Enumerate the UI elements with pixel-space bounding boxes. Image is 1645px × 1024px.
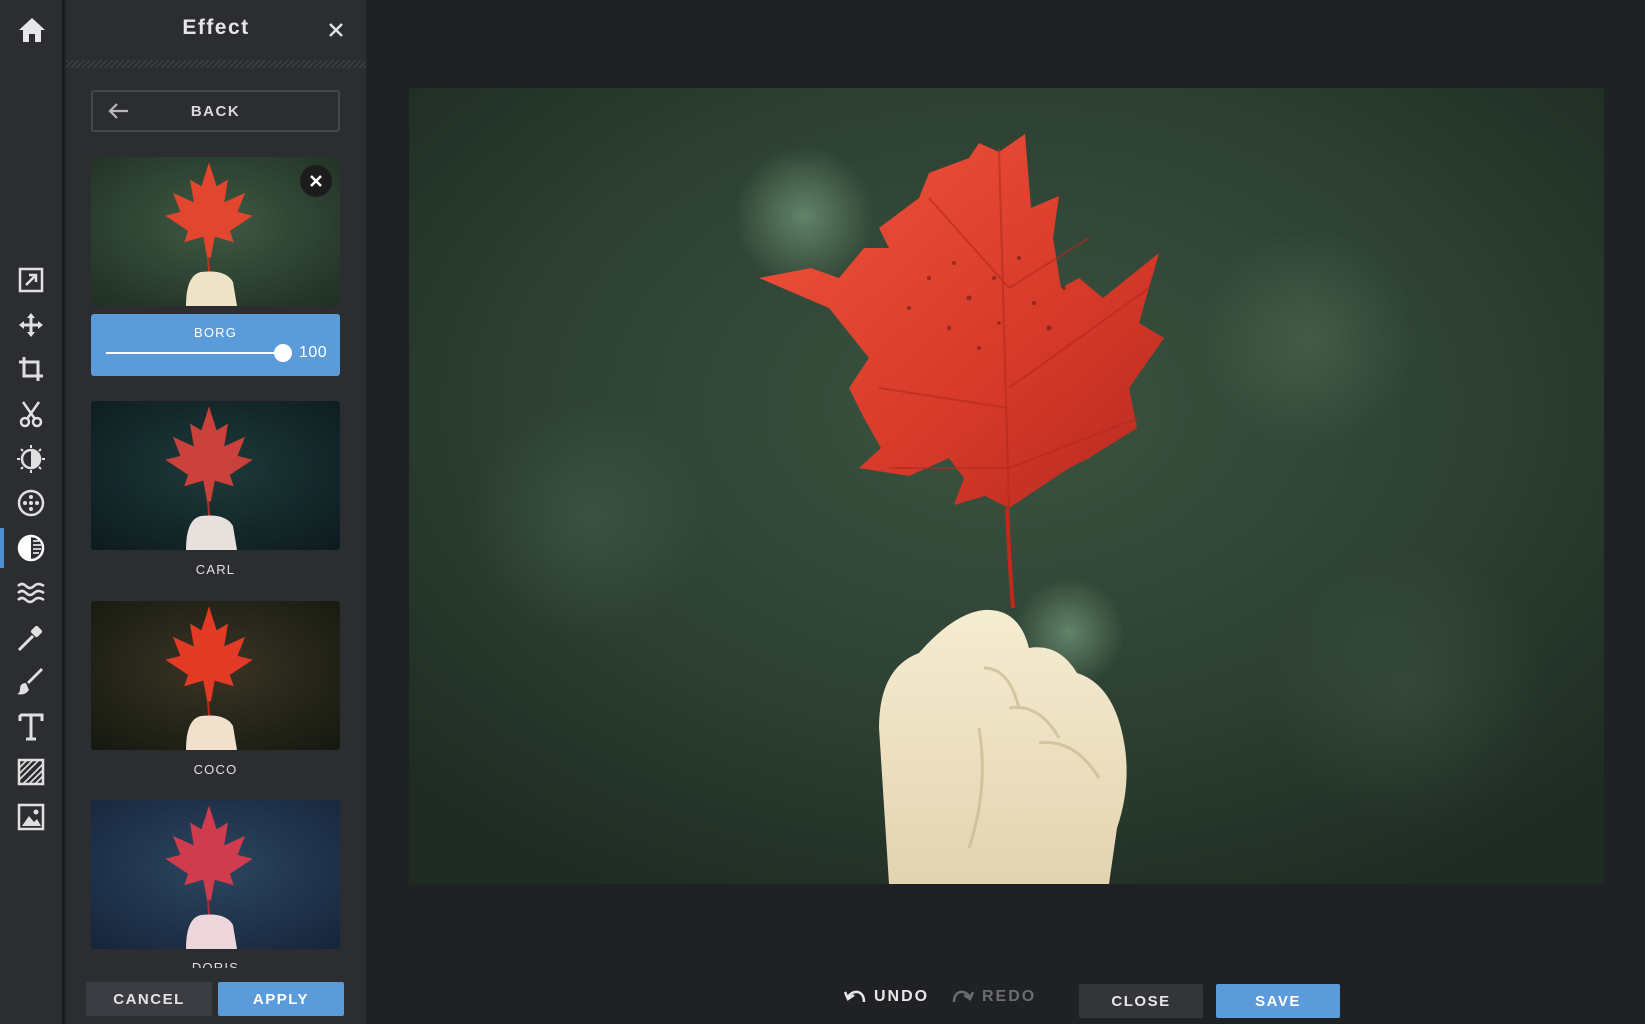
tool-retouch[interactable]	[0, 616, 62, 660]
back-button[interactable]: BACK	[91, 90, 340, 132]
tool-draw[interactable]	[0, 660, 62, 704]
image-overlay-icon	[17, 803, 45, 831]
redo-icon	[952, 990, 974, 1003]
tool-crop[interactable]	[0, 347, 62, 391]
text-icon	[18, 713, 44, 741]
tool-exposure[interactable]	[0, 437, 62, 481]
texture-icon	[17, 758, 45, 786]
bottom-action-bar: UNDO REDO CLOSE SAVE	[366, 968, 1645, 1024]
intensity-value: 100	[299, 344, 328, 361]
tool-cutout[interactable]	[0, 392, 62, 436]
close-icon	[329, 23, 343, 37]
crop-icon	[19, 357, 43, 381]
panel-close-button[interactable]	[320, 14, 352, 46]
back-label: BACK	[190, 102, 241, 120]
exposure-icon	[17, 445, 45, 473]
home-button[interactable]	[0, 0, 64, 60]
intensity-slider-handle[interactable]	[274, 344, 292, 362]
dots-filter-icon	[17, 489, 45, 517]
move-icon	[19, 313, 43, 337]
effect-icon	[17, 534, 45, 562]
tool-filter[interactable]	[0, 481, 62, 525]
effect-panel: Effect BACK BORG 100 CARL COCO CANCEL AP…	[66, 0, 366, 1024]
tool-texture[interactable]	[0, 750, 62, 794]
effect-thumbnail-carl[interactable]	[91, 401, 340, 550]
panel-divider	[66, 60, 366, 68]
effect-thumbnail-coco[interactable]	[91, 601, 340, 750]
tool-overlay[interactable]	[0, 795, 62, 839]
photo-maple-leaf	[409, 88, 1604, 884]
effect-thumbnail-doris[interactable]	[91, 800, 340, 949]
resize-icon	[18, 267, 44, 293]
tool-sidebar	[0, 0, 64, 1024]
cutout-icon	[19, 401, 43, 428]
redo-label: REDO	[982, 988, 1037, 1005]
cancel-button[interactable]: CANCEL	[86, 982, 212, 1016]
effect-label: COCO	[193, 762, 238, 777]
effect-label: CARL	[195, 562, 236, 577]
draw-icon	[17, 668, 43, 695]
tool-text[interactable]	[0, 705, 62, 749]
undo-label: UNDO	[874, 988, 930, 1005]
undo-icon	[844, 990, 866, 1003]
effect-thumbnail-borg[interactable]	[91, 157, 340, 306]
image-canvas[interactable]	[409, 88, 1604, 884]
tool-effect[interactable]	[0, 526, 62, 570]
home-icon	[19, 18, 45, 42]
save-button[interactable]: SAVE	[1216, 984, 1340, 1018]
retouch-icon	[17, 625, 43, 652]
tool-distort[interactable]	[0, 571, 62, 615]
close-button[interactable]: CLOSE	[1079, 984, 1203, 1018]
close-icon	[310, 175, 322, 187]
tool-resize[interactable]	[0, 258, 62, 302]
undo-button[interactable]: UNDO	[844, 982, 929, 1012]
apply-button[interactable]: APPLY	[218, 982, 344, 1016]
effect-label: BORG	[193, 325, 238, 340]
photo-editor: Effect BACK BORG 100 CARL COCO CANCEL AP…	[0, 0, 1645, 1024]
tool-move[interactable]	[0, 303, 62, 347]
panel-footer: CANCEL APPLY	[66, 968, 366, 1024]
redo-button[interactable]: REDO	[952, 982, 1036, 1012]
selected-effect-control: BORG 100	[91, 314, 340, 376]
wave-distort-icon	[17, 582, 45, 604]
remove-effect-button[interactable]	[300, 165, 332, 197]
arrow-left-icon	[108, 103, 128, 119]
intensity-slider-track[interactable]	[106, 352, 284, 354]
panel-header: Effect	[66, 0, 366, 60]
